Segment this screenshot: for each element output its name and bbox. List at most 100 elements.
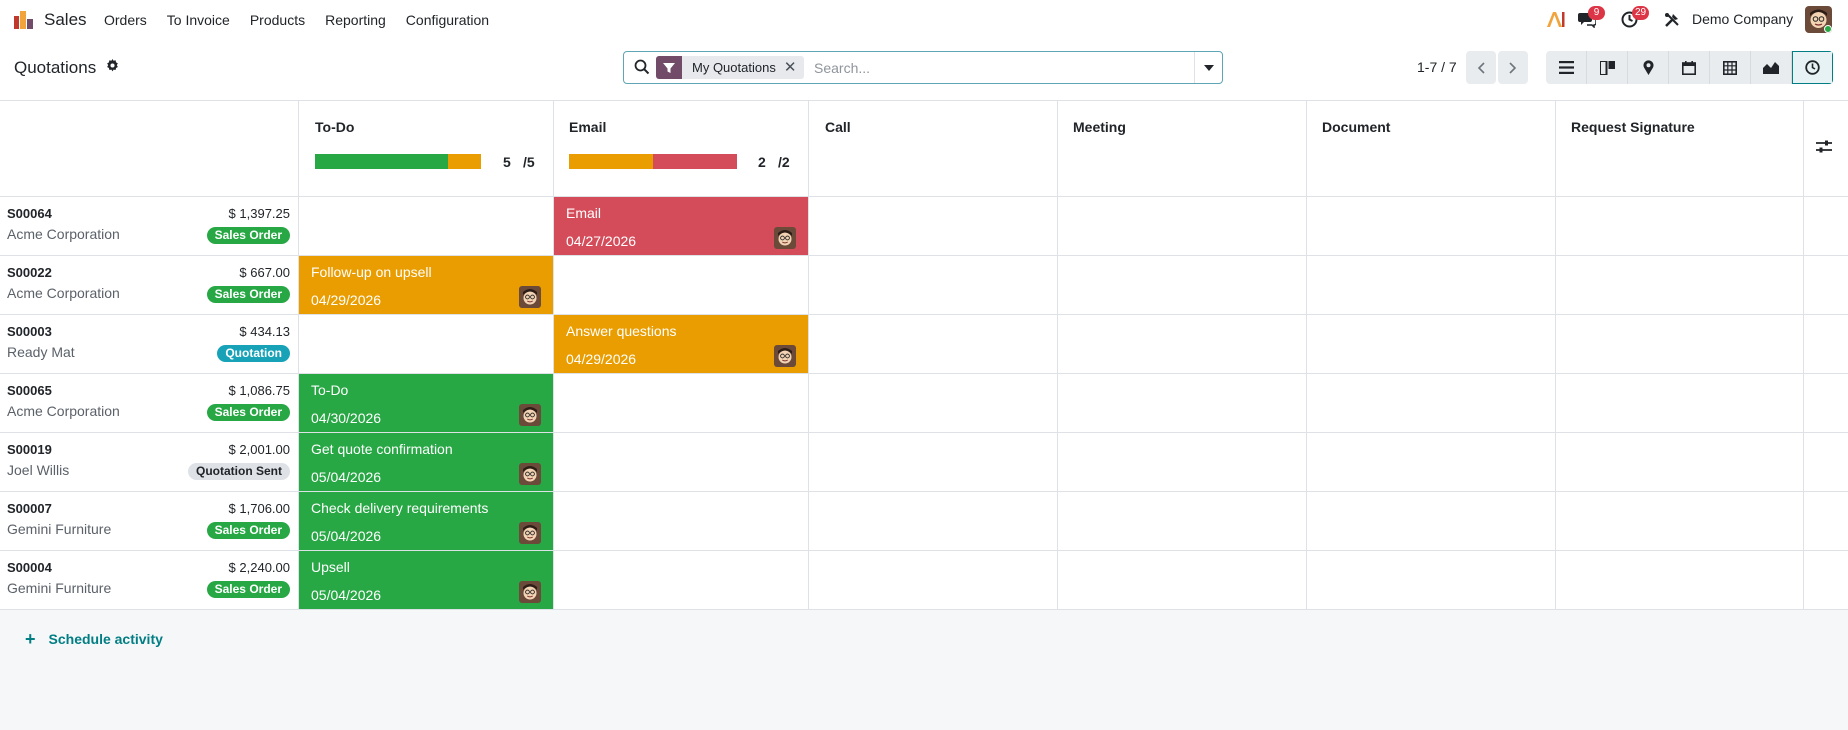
search-input[interactable] <box>814 57 1184 79</box>
menu-configuration[interactable]: Configuration <box>406 12 489 28</box>
map-view-button[interactable] <box>1628 51 1669 84</box>
activity-cell[interactable]: Follow-up on upsell 04/29/2026 <box>299 256 553 314</box>
pager-value[interactable]: 1-7 / 7 <box>1417 59 1457 75</box>
search-icon[interactable] <box>634 59 650 75</box>
activity-title: Email <box>566 205 602 221</box>
pivot-view-icon <box>1723 60 1737 75</box>
company-switcher[interactable]: Demo Company <box>1692 11 1793 27</box>
row-divider <box>0 550 1848 551</box>
status-badge: Sales Order <box>206 581 290 598</box>
activity-title: Answer questions <box>566 323 677 339</box>
column-divider <box>1803 101 1804 609</box>
graph-view-button[interactable] <box>1751 51 1792 84</box>
assignee-avatar-icon[interactable] <box>519 463 541 485</box>
column-header-call[interactable]: Call <box>825 119 851 135</box>
sales-app-logo-icon[interactable] <box>13 8 35 30</box>
row-divider <box>0 491 1848 492</box>
activity-date: 04/29/2026 <box>311 292 382 308</box>
assignee-avatar-icon[interactable] <box>774 345 796 367</box>
status-badge: Sales Order <box>206 404 290 421</box>
record-partner: Gemini Furniture <box>7 521 112 537</box>
tools-icon[interactable] <box>1664 12 1680 28</box>
assignee-avatar-icon[interactable] <box>519 404 541 426</box>
activity-grid: To-Do 5 /5 Email 2 /2 Call Meeting Docum… <box>0 101 1848 610</box>
assignee-avatar-icon[interactable] <box>774 227 796 249</box>
column-divider <box>808 101 809 609</box>
app-name[interactable]: Sales <box>44 10 87 30</box>
menu-orders[interactable]: Orders <box>104 12 147 28</box>
chevron-right-icon <box>1509 61 1517 74</box>
activity-cell[interactable]: Answer questions 04/29/2026 <box>554 315 808 373</box>
pivot-view-button[interactable] <box>1710 51 1751 84</box>
facet-remove-icon[interactable]: ✕ <box>784 56 805 79</box>
record-name[interactable]: S00003 <box>7 324 52 339</box>
email-total: /2 <box>778 154 790 170</box>
messages-badge: 9 <box>1588 6 1605 20</box>
map-view-icon <box>1643 60 1653 75</box>
activity-date: 05/04/2026 <box>311 469 382 485</box>
column-divider <box>1555 101 1556 609</box>
row-divider <box>0 314 1848 315</box>
activity-cell[interactable]: Get quote confirmation 05/04/2026 <box>299 433 553 491</box>
activity-cell[interactable]: Check delivery requirements 05/04/2026 <box>299 492 553 550</box>
kanban-view-button[interactable] <box>1587 51 1628 84</box>
menu-reporting[interactable]: Reporting <box>325 12 386 28</box>
calendar-view-button[interactable] <box>1669 51 1710 84</box>
record-amount: $ 1,706.00 <box>228 501 290 516</box>
schedule-activity-label: Schedule activity <box>48 631 163 647</box>
record-name[interactable]: S00019 <box>7 442 52 457</box>
record-partner: Joel Willis <box>7 462 70 478</box>
status-badge: Sales Order <box>206 522 290 539</box>
plus-icon: + <box>25 629 36 649</box>
activities-button[interactable]: 29 <box>1621 6 1650 31</box>
pager-previous-button[interactable] <box>1466 51 1496 84</box>
todo-progress-done <box>315 154 448 169</box>
status-badge: Quotation <box>217 345 290 362</box>
status-badge: Sales Order <box>206 286 290 303</box>
schedule-activity-button[interactable]: + Schedule activity <box>25 629 163 649</box>
activity-cell[interactable]: To-Do 04/30/2026 <box>299 374 553 432</box>
status-badge: Sales Order <box>206 227 290 244</box>
column-header-email[interactable]: Email <box>569 119 606 135</box>
column-header-request-signature[interactable]: Request Signature <box>1571 119 1695 135</box>
column-header-meeting[interactable]: Meeting <box>1073 119 1126 135</box>
activity-cell[interactable]: Upsell 05/04/2026 <box>299 551 553 609</box>
activity-view-button[interactable] <box>1792 51 1833 84</box>
record-name[interactable]: S00004 <box>7 560 52 575</box>
list-view-button[interactable] <box>1546 51 1587 84</box>
page-title: Quotations <box>14 58 97 77</box>
record-partner: Acme Corporation <box>7 403 120 419</box>
todo-total: /5 <box>523 154 535 170</box>
messages-button[interactable]: 9 <box>1578 6 1605 31</box>
chevron-left-icon <box>1477 61 1485 74</box>
search-options-toggle[interactable] <box>1194 52 1222 83</box>
activity-title: Follow-up on upsell <box>311 264 432 280</box>
activities-badge: 29 <box>1632 6 1650 20</box>
ai-icon[interactable] <box>1546 11 1565 28</box>
menu-to-invoice[interactable]: To Invoice <box>167 12 230 28</box>
column-header-document[interactable]: Document <box>1322 119 1390 135</box>
record-name[interactable]: S00007 <box>7 501 52 516</box>
column-header-todo[interactable]: To-Do <box>315 119 354 135</box>
user-avatar[interactable] <box>1805 6 1832 33</box>
record-partner: Ready Mat <box>7 344 75 360</box>
email-progress-bar[interactable] <box>569 154 737 169</box>
todo-progress-bar[interactable] <box>315 154 481 169</box>
record-name[interactable]: S00065 <box>7 383 52 398</box>
record-amount: $ 2,001.00 <box>228 442 290 457</box>
assignee-avatar-icon[interactable] <box>519 581 541 603</box>
assignee-avatar-icon[interactable] <box>519 522 541 544</box>
todo-count: 5 <box>503 154 511 170</box>
menu-products[interactable]: Products <box>250 12 305 28</box>
assignee-avatar-icon[interactable] <box>519 286 541 308</box>
search-bar: My Quotations ✕ <box>623 51 1223 84</box>
top-navbar: Sales Orders To Invoice Products Reporti… <box>0 0 1848 40</box>
filter-icon <box>656 56 682 79</box>
activity-cell[interactable]: Email 04/27/2026 <box>554 197 808 255</box>
record-amount: $ 2,240.00 <box>228 560 290 575</box>
pager-next-button[interactable] <box>1498 51 1528 84</box>
record-name[interactable]: S00064 <box>7 206 52 221</box>
column-settings-icon[interactable] <box>1816 139 1832 154</box>
gear-icon[interactable] <box>106 59 119 72</box>
record-name[interactable]: S00022 <box>7 265 52 280</box>
